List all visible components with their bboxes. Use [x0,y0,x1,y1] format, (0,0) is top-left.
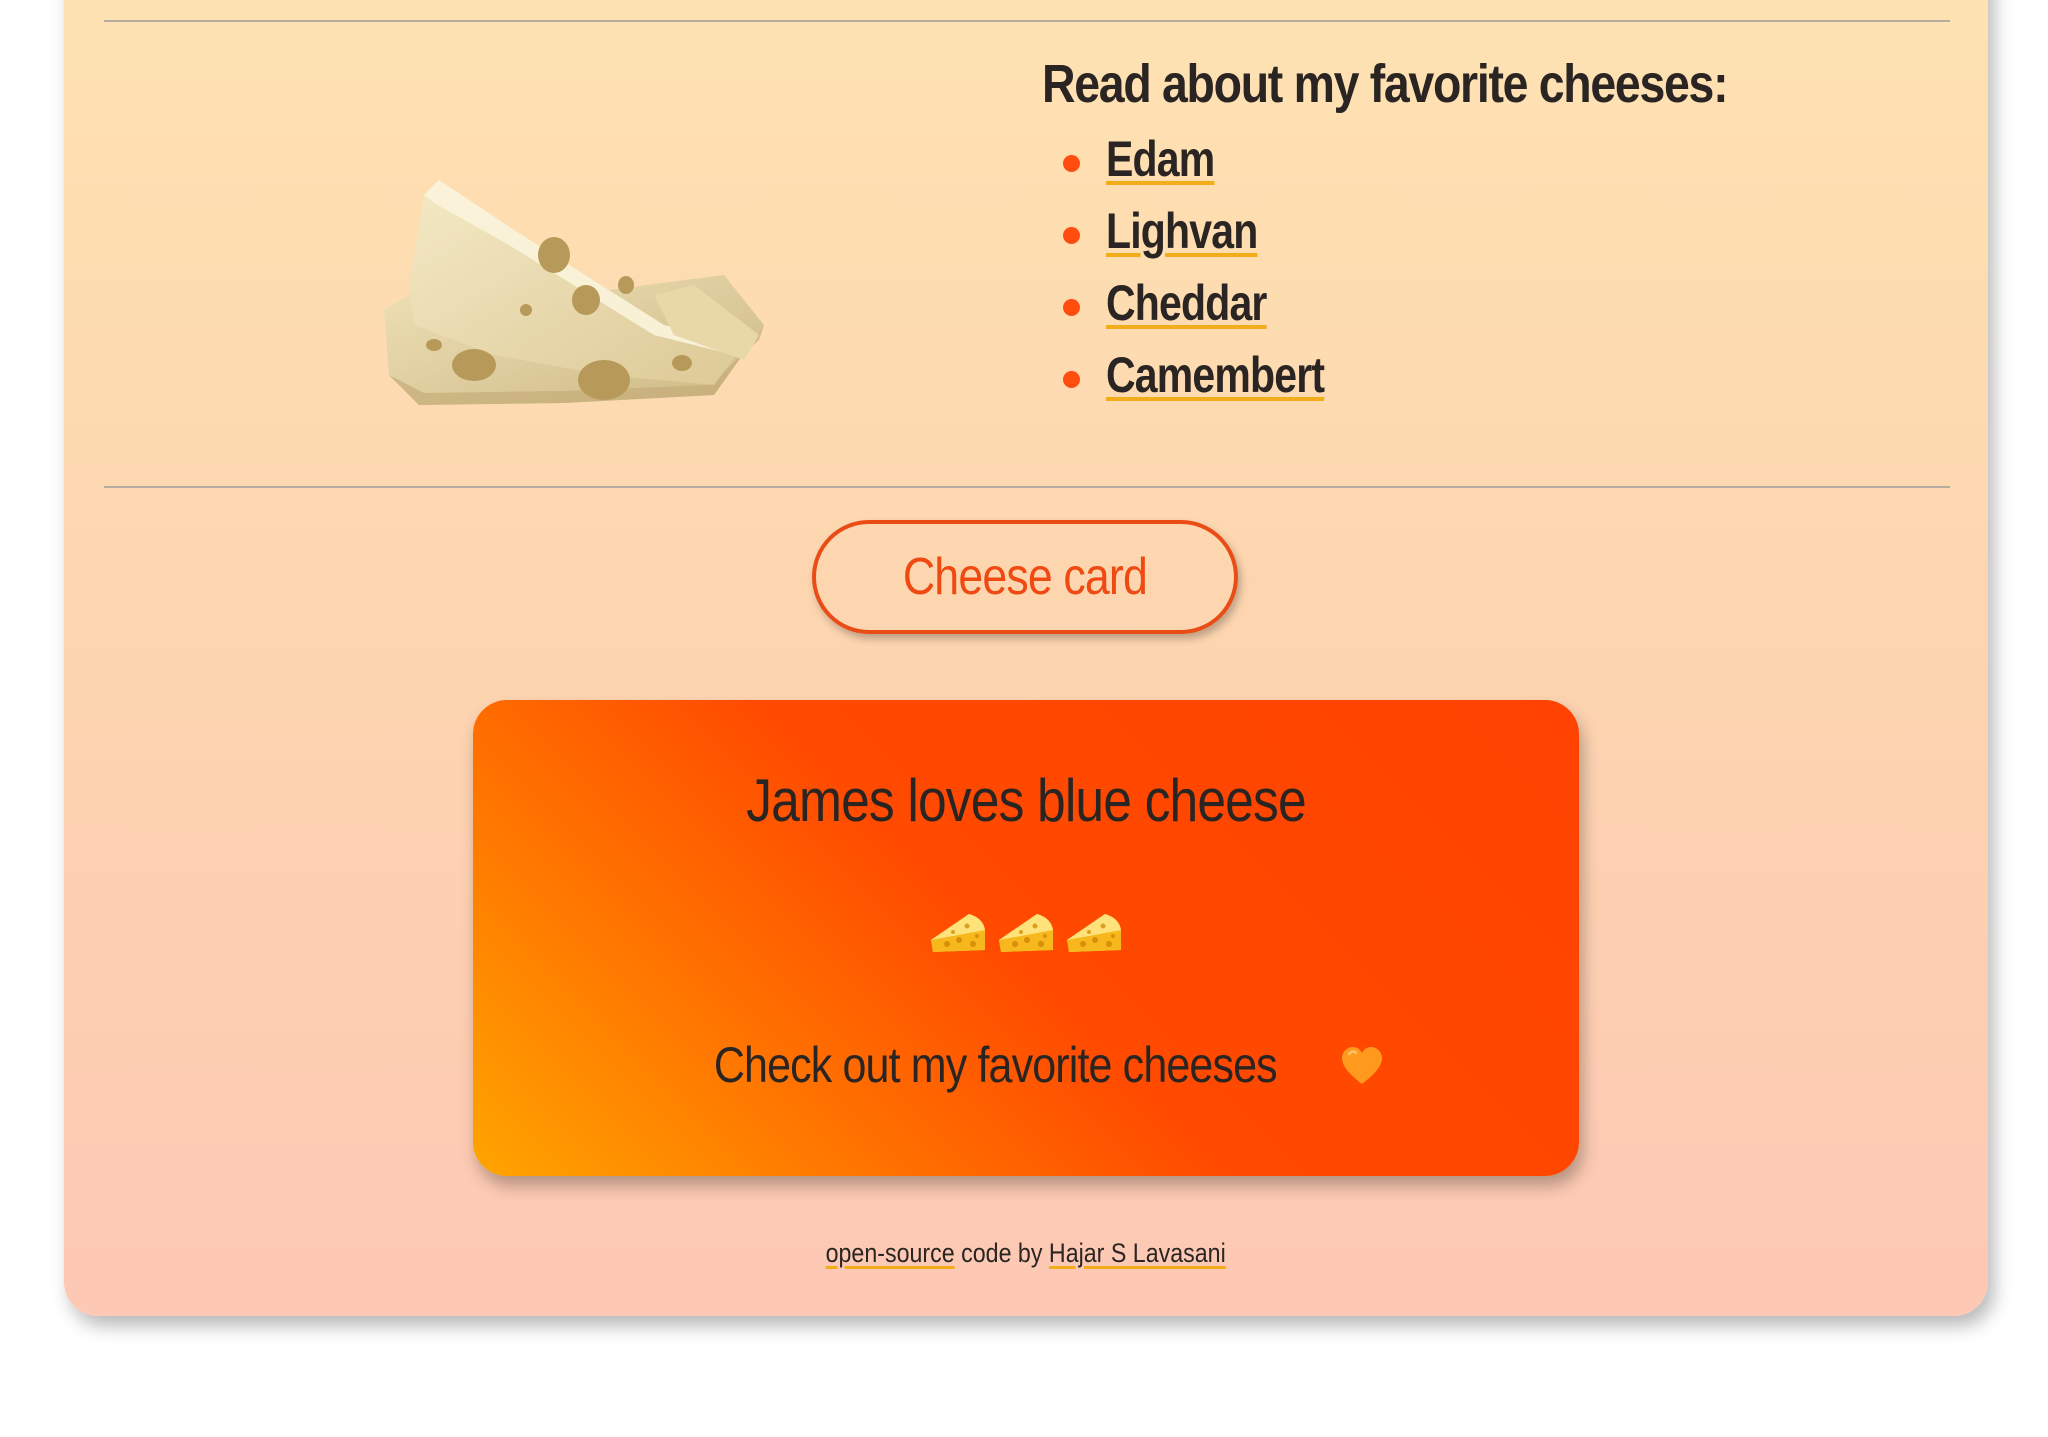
bullet-dot-icon [1063,226,1080,244]
author-link[interactable]: Hajar S Lavasani [1049,1238,1226,1268]
cheese-wedge-icon [1067,914,1121,952]
top-divider [104,20,1950,22]
cheese-photo-image [384,180,764,405]
list-item: Cheddar [1042,271,1942,343]
cheese-card-button-label: Cheese card [902,548,1148,606]
cheese-wedge-icon [999,914,1053,952]
cheese-link-edam[interactable]: Edam [1106,127,1215,191]
card-title: James loves blue cheese [746,767,1306,834]
open-source-link[interactable]: open-source [826,1238,955,1268]
card-footer: Check out my favorite cheeses [473,1036,1579,1094]
middle-divider [104,486,1950,488]
bullet-dot-icon [1063,298,1080,316]
list-item: Camembert [1042,343,1942,415]
cheese-wedge-icon [931,914,985,952]
cheese-link-cheddar[interactable]: Cheddar [1106,271,1267,335]
credit-line: open-source code by Hajar S Lavasani [64,1238,1988,1269]
cheese-emoji-row [473,910,1579,956]
orange-heart-icon [1341,1047,1382,1084]
cheese-link-camembert[interactable]: Camembert [1106,343,1325,407]
list-item: Lighvan [1042,199,1942,271]
list-item: Edam [1042,127,1942,199]
bullet-dot-icon [1063,370,1080,388]
bullet-dot-icon [1063,154,1080,172]
favorites-list: Edam Lighvan Cheddar Camembert [1042,127,1942,415]
credit-middle-text: code by [961,1238,1043,1268]
cheese-card: James loves blue cheese Check out my fav… [473,700,1579,1176]
favorites-section: Read about my favorite cheeses: Edam Lig… [1042,52,1942,415]
favorites-heading: Read about my favorite cheeses: [1042,54,1729,114]
page-panel: Read about my favorite cheeses: Edam Lig… [64,0,1988,1316]
card-footer-text: Check out my favorite cheeses [714,1037,1278,1093]
cheese-card-button[interactable]: Cheese card [812,520,1238,634]
cheese-link-lighvan[interactable]: Lighvan [1106,199,1258,263]
